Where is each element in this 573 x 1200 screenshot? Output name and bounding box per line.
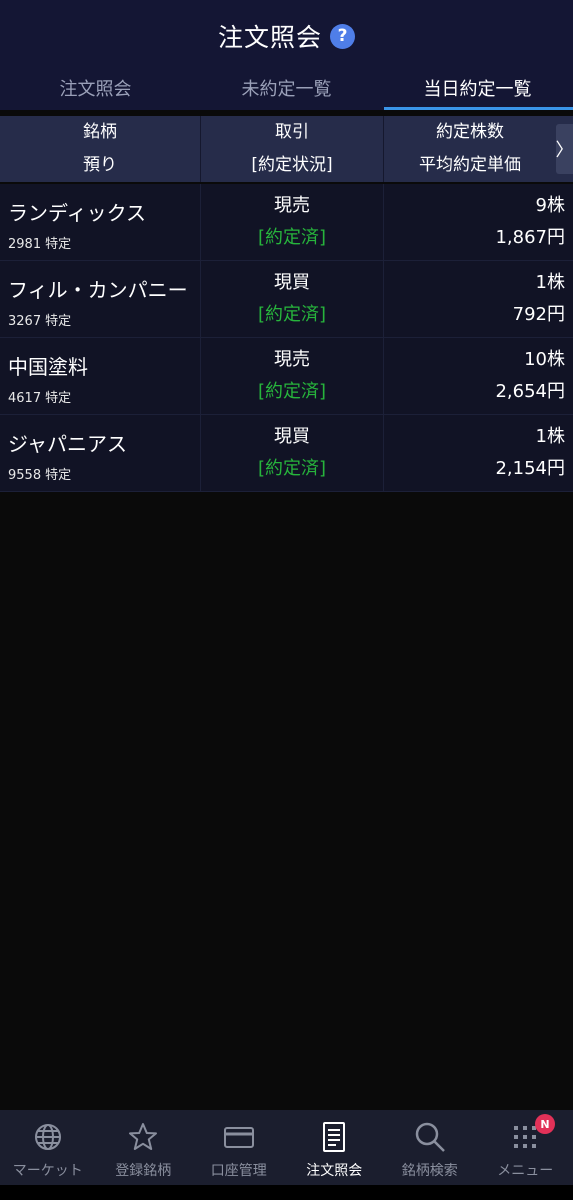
executed-quantity: 1株 [535,272,565,293]
stock-code: 3267 [8,314,42,329]
nav-order-inquiry[interactable]: 注文照会 [287,1110,383,1185]
average-price: 2,154円 [495,458,565,479]
nav-stock-search-label: 銘柄検索 [401,1163,458,1179]
system-bar-strip [0,1185,573,1200]
nav-order-inquiry-label: 注文照会 [306,1163,363,1179]
tab-today-executed-list[interactable]: 当日約定一覧 [382,66,573,110]
stock-name: 中国塗料 [8,355,88,379]
stock-code-account: 3267 特定 [8,310,71,329]
execution-status: [約定済] [257,227,327,248]
average-price: 1,867円 [495,227,565,248]
header-qty-label: 約定株数 [436,122,504,142]
header-col-executed: 約定株数 平均約定単価 [384,116,556,182]
trade-type: 現買 [274,272,310,293]
execution-status: [約定済] [257,458,327,479]
tab-order-inquiry[interactable]: 注文照会 [0,66,191,110]
table-row[interactable]: フィル・カンパニー 3267 特定 現買 [約定済] 1株 792円 [0,261,573,338]
header-col-trade: 取引 [約定状況] [201,116,384,182]
stock-code-account: 4617 特定 [8,387,71,406]
globe-icon [34,1124,61,1150]
nav-watchlist[interactable]: 登録銘柄 [96,1110,192,1185]
account-type: 特定 [45,237,72,252]
nav-account[interactable]: 口座管理 [191,1110,287,1185]
stock-name: ランディックス [8,201,146,225]
title-row: 注文照会 ? [0,14,573,58]
executed-cell: 1株 2,154円 [384,415,573,491]
bottom-navigation: マーケット 登録銘柄 口座管理 注文照会 銘柄検索 メニュー [0,1110,573,1185]
trade-cell: 現売 [約定済] [201,338,384,414]
page-title: 注文照会 [217,23,322,52]
tab-unexecuted-list[interactable]: 未約定一覧 [191,66,382,110]
executed-cell: 9株 1,867円 [384,184,573,260]
tab-bar: 注文照会 未約定一覧 当日約定一覧 [0,66,573,110]
average-price: 792円 [512,304,565,325]
stock-code-account: 9558 特定 [8,464,71,483]
nav-market[interactable]: マーケット [0,1110,96,1185]
executed-quantity: 1株 [535,426,565,447]
stock-code: 9558 [8,468,42,483]
executed-cell: 1株 792円 [384,261,573,337]
search-icon [415,1122,445,1152]
trade-type: 現売 [274,195,310,216]
header-avg-price-label: 平均約定単価 [419,155,521,175]
executed-quantity: 10株 [524,349,565,370]
stock-cell: フィル・カンパニー 3267 特定 [0,261,201,337]
stock-cell: ランディックス 2981 特定 [0,184,201,260]
stock-name: フィル・カンパニー [8,278,188,302]
notification-badge: N [535,1114,555,1134]
trade-cell: 現売 [約定済] [201,184,384,260]
table-header: 銘柄 預り 取引 [約定状況] 約定株数 平均約定単価 [0,116,573,182]
header-status-label: [約定状況] [251,155,333,175]
trade-cell: 現買 [約定済] [201,415,384,491]
nav-stock-search[interactable]: 銘柄検索 [382,1110,478,1185]
stock-code: 4617 [8,391,42,406]
trade-type: 現売 [274,349,310,370]
document-icon [323,1122,346,1152]
trade-cell: 現買 [約定済] [201,261,384,337]
nav-menu[interactable]: メニュー [478,1110,573,1185]
nav-market-label: マーケット [12,1163,83,1179]
header-stock-label: 銘柄 [83,122,117,142]
stock-name: ジャパニアス [8,432,127,456]
nav-watchlist-label: 登録銘柄 [115,1163,172,1179]
card-icon [223,1127,254,1148]
star-icon [129,1123,158,1150]
account-type: 特定 [45,314,72,329]
execution-list: ランディックス 2981 特定 現売 [約定済] 9株 1,867円 フィル・カン… [0,184,573,492]
header-trade-label: 取引 [275,122,309,142]
header-col-stock: 銘柄 預り [0,116,201,182]
executed-cell: 10株 2,654円 [384,338,573,414]
average-price: 2,654円 [495,381,565,402]
stock-code: 2981 [8,237,42,252]
account-type: 特定 [45,468,72,483]
executed-quantity: 9株 [535,195,565,216]
table-row[interactable]: ジャパニアス 9558 特定 現買 [約定済] 1株 2,154円 [0,415,573,492]
trade-type: 現買 [274,426,310,447]
execution-status: [約定済] [257,381,327,402]
nav-menu-label: メニュー [497,1163,554,1179]
stock-code-account: 2981 特定 [8,233,71,252]
header-custody-label: 預り [83,155,117,175]
scroll-right-button[interactable]: 〉 [556,124,573,174]
app-header: 注文照会 ? 注文照会 未約定一覧 当日約定一覧 [0,0,573,110]
nav-account-label: 口座管理 [210,1163,267,1179]
stock-cell: 中国塗料 4617 特定 [0,338,201,414]
table-row[interactable]: ランディックス 2981 特定 現売 [約定済] 9株 1,867円 [0,184,573,261]
stock-cell: ジャパニアス 9558 特定 [0,415,201,491]
execution-status: [約定済] [257,304,327,325]
table-row[interactable]: 中国塗料 4617 特定 現売 [約定済] 10株 2,654円 [0,338,573,415]
help-icon[interactable]: ? [330,23,355,49]
account-type: 特定 [45,391,72,406]
